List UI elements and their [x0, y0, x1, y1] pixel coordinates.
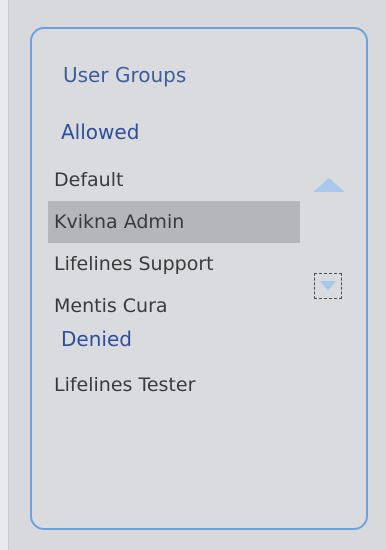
list-item[interactable]: Kvikna Admin [48, 201, 300, 243]
list-item[interactable]: Default [48, 159, 300, 201]
denied-section-label: Denied [61, 327, 132, 351]
list-item[interactable]: Mentis Cura [48, 285, 300, 315]
move-up-button[interactable] [312, 177, 346, 193]
triangle-up-icon [313, 178, 345, 192]
allowed-groups-list[interactable]: Default Kvikna Admin Lifelines Support M… [48, 159, 300, 315]
window-left-edge [0, 0, 9, 550]
user-groups-title: User Groups [63, 63, 187, 87]
denied-groups-list[interactable]: Lifelines Tester [48, 364, 300, 406]
list-item[interactable]: Lifelines Tester [48, 364, 300, 406]
user-groups-panel: User Groups Allowed Default Kvikna Admin… [30, 27, 368, 530]
list-item[interactable]: Lifelines Support [48, 243, 300, 285]
allowed-section-label: Allowed [61, 120, 140, 144]
triangle-down-icon [320, 281, 336, 291]
move-down-button[interactable] [314, 273, 342, 299]
